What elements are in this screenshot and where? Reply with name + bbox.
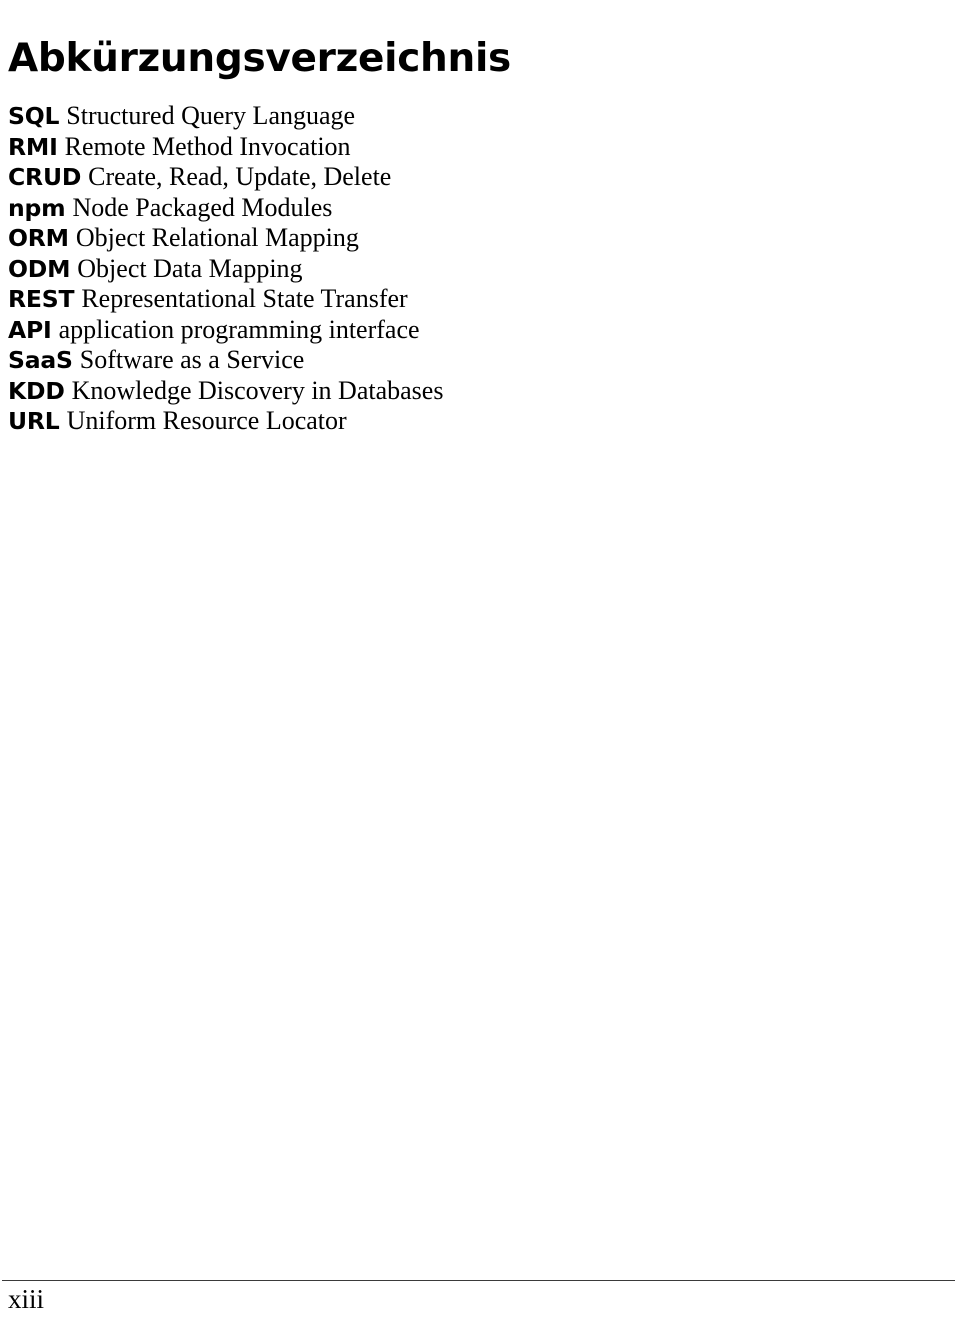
page-number: xiii	[8, 1284, 45, 1314]
abbreviation-definition: Knowledge Discovery in Databases	[71, 375, 444, 405]
abbreviation-definition: application programming interface	[58, 314, 420, 344]
abbreviation-entry: npm Node Packaged Modules	[8, 193, 952, 224]
abbreviation-term: URL	[8, 407, 60, 435]
abbreviation-term: SQL	[8, 102, 60, 130]
abbreviation-definition: Object Relational Mapping	[75, 223, 359, 252]
abbreviation-entry: RMI Remote Method Invocation	[8, 132, 952, 163]
abbreviation-term: SaaS	[8, 346, 73, 374]
abbreviation-entry: REST Representational State Transfer	[8, 284, 952, 315]
page-title: Abkürzungsverzeichnis	[8, 36, 511, 81]
abbreviation-definition: Object Data Mapping	[77, 253, 303, 283]
abbreviation-definition: Representational State Transfer	[81, 284, 408, 313]
abbreviation-entry: ORM Object Relational Mapping	[8, 223, 952, 254]
page-content: Abkürzungsverzeichnis SQL Structured Quer…	[8, 0, 952, 437]
document-page: Abkürzungsverzeichnis SQL Structured Quer…	[0, 0, 960, 1329]
abbreviation-term: REST	[8, 285, 75, 313]
abbreviation-term: KDD	[8, 376, 65, 405]
abbreviation-term: RMI	[8, 132, 58, 161]
abbreviation-term: CRUD	[8, 163, 82, 191]
abbreviation-entry: ODM Object Data Mapping	[8, 254, 952, 285]
abbreviation-term: API	[8, 315, 52, 344]
abbreviation-definition: Create, Read, Update, Delete	[88, 162, 392, 191]
abbreviation-entry: SQL Structured Query Language	[8, 101, 952, 132]
abbreviation-definition: Software as a Service	[79, 345, 305, 374]
page-footer: xiii	[2, 1280, 955, 1329]
abbreviation-entry: SaaS Software as a Service	[8, 345, 952, 376]
abbreviation-definition: Structured Query Language	[66, 101, 356, 130]
abbreviation-entry: API application programming interface	[8, 315, 952, 346]
abbreviation-term: ORM	[8, 224, 69, 252]
abbreviation-entry: CRUD Create, Read, Update, Delete	[8, 162, 952, 193]
abbreviation-list: SQL Structured Query Language RMI Remote Me…	[8, 82, 952, 437]
abbreviation-entry: URL Uniform Resource Locator	[8, 406, 952, 437]
abbreviation-entry: KDD Knowledge Discovery in Databases	[8, 376, 952, 407]
abbreviation-definition: Remote Method Invocation	[64, 131, 351, 161]
abbreviation-term: ODM	[8, 254, 71, 283]
abbreviation-definition: Node Packaged Modules	[72, 192, 333, 222]
abbreviation-definition: Uniform Resource Locator	[66, 406, 347, 435]
abbreviation-term: npm	[8, 193, 66, 222]
